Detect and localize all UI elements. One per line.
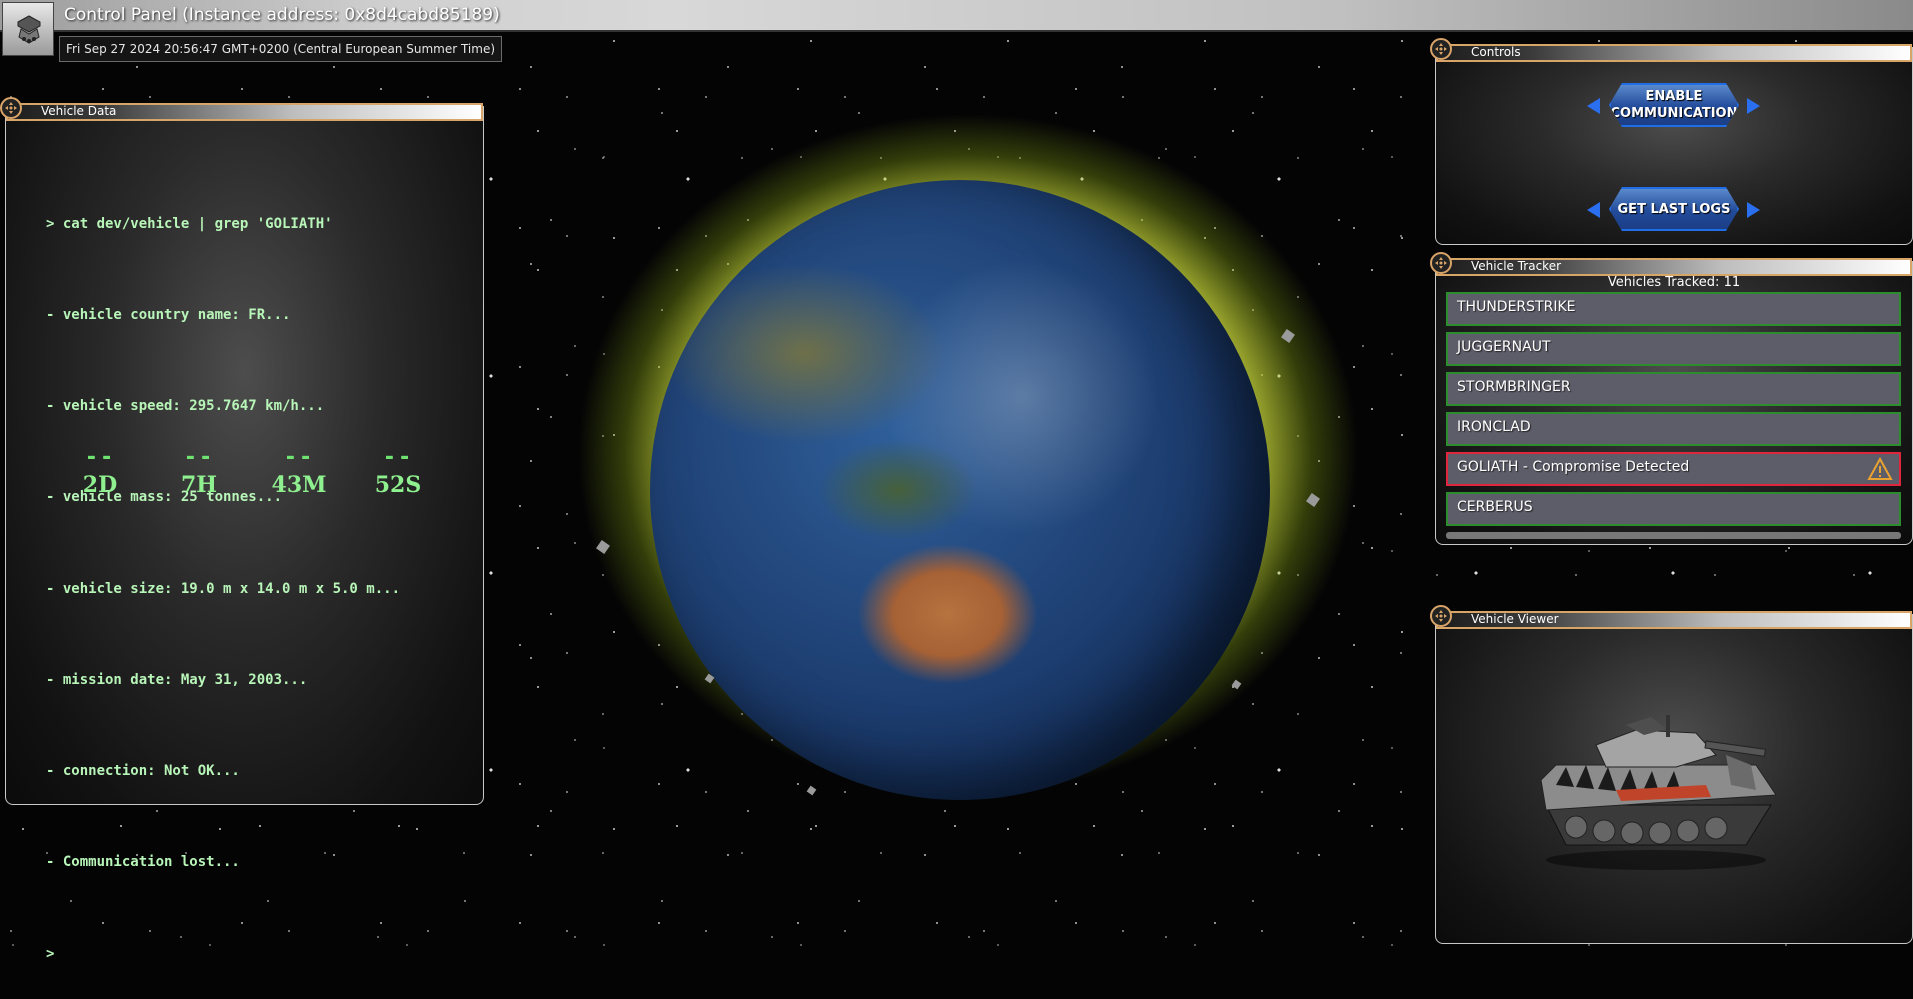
tracker-list-item[interactable]: THUNDERSTRIKE	[1446, 292, 1901, 326]
terminal-line: > cat dev/vehicle | grep 'GOLIATH'	[46, 215, 333, 232]
arrow-left-icon	[1587, 98, 1600, 114]
vehicles-tracked-count: Vehicles Tracked: 11	[1607, 275, 1741, 290]
countdown-value: 52S	[374, 472, 422, 498]
control-panel-titlebar: Control Panel (Instance address: 0x8d4ca…	[0, 0, 1913, 32]
button-label-line: ENABLE	[1645, 89, 1703, 104]
terminal-line: - vehicle country name: FR...	[46, 307, 291, 324]
arrow-right-icon	[1747, 98, 1760, 114]
get-last-logs-button[interactable]: GET LAST LOGS	[1609, 187, 1739, 231]
vehicle-name: IRONCLAD	[1457, 419, 1531, 435]
move-handle-icon[interactable]	[1430, 605, 1452, 627]
terminal-prompt: >	[46, 945, 55, 962]
terminal-line: - Communication lost...	[46, 854, 240, 871]
move-handle-icon[interactable]	[0, 97, 22, 119]
terminal-output: > cat dev/vehicle | grep 'GOLIATH' - veh…	[46, 148, 400, 999]
terminal-line: - connection: Not OK...	[46, 763, 240, 780]
countdown-minutes: -- 43M	[249, 445, 349, 499]
warning-icon	[1867, 457, 1893, 480]
countdown-dash: --	[382, 445, 414, 470]
countdown-dash: --	[84, 445, 116, 470]
vehicle-data-header[interactable]: Vehicle Data	[6, 103, 483, 121]
terminal-line: - vehicle speed: 295.7647 km/h...	[46, 398, 325, 415]
button-label-line: COMMUNICATION	[1610, 106, 1738, 121]
vehicle-viewer-panel: Vehicle Viewer	[1430, 605, 1913, 944]
panel-title: Vehicle Viewer	[1471, 612, 1559, 626]
window-title: Control Panel (Instance address: 0x8d4ca…	[64, 5, 500, 25]
enable-communication-button[interactable]: ENABLE COMMUNICATION	[1609, 83, 1739, 127]
terminal-line: - vehicle size: 19.0 m x 14.0 m x 5.0 m.…	[46, 580, 401, 597]
vehicle-name: JUGGERNAUT	[1457, 339, 1551, 355]
vehicle-name: STORMBRINGER	[1457, 379, 1571, 395]
controls-panel: Controls ENABLE COMMUNICATION GET LAST LO…	[1430, 38, 1913, 245]
panel-title: Controls	[1471, 45, 1521, 59]
countdown-value: 2D	[82, 472, 118, 498]
countdown-days: -- 2D	[50, 445, 150, 499]
button-label: ENABLE COMMUNICATION	[1611, 88, 1738, 122]
tank-3d-model[interactable]	[1526, 695, 1786, 875]
move-handle-icon[interactable]	[1430, 252, 1452, 274]
countdown-seconds: -- 52S	[348, 445, 448, 499]
datetime-display: Fri Sep 27 2024 20:56:47 GMT+0200 (Centr…	[59, 36, 503, 62]
countdown-dash: --	[283, 445, 315, 470]
vehicle-tracker-panel: Vehicle Tracker Vehicles Tracked: 11 THU…	[1430, 252, 1913, 545]
vehicle-name: THUNDERSTRIKE	[1457, 299, 1576, 315]
move-handle-icon[interactable]	[1430, 38, 1452, 60]
tracker-scrollbar[interactable]	[1446, 532, 1901, 539]
terminal-line: - mission date: May 31, 2003...	[46, 671, 308, 688]
tracker-list-item[interactable]: IRONCLAD	[1446, 412, 1901, 446]
tracker-list-item[interactable]: CERBERUS	[1446, 492, 1901, 526]
vehicle-viewer-header[interactable]: Vehicle Viewer	[1436, 611, 1912, 629]
controls-header[interactable]: Controls	[1436, 44, 1912, 62]
countdown-dash: --	[183, 445, 215, 470]
arrow-left-icon	[1587, 202, 1600, 218]
panel-title: Vehicle Tracker	[1471, 259, 1562, 273]
tracker-list-item[interactable]: STORMBRINGER	[1446, 372, 1901, 406]
vehicle-tracker-header[interactable]: Vehicle Tracker	[1436, 258, 1912, 276]
vehicle-name: CERBERUS	[1457, 499, 1533, 515]
countdown-hours: -- 7H	[149, 445, 249, 499]
arrow-right-icon	[1747, 202, 1760, 218]
tracker-list-item-alert[interactable]: GOLIATH - Compromise Detected	[1446, 452, 1901, 486]
panel-title: Vehicle Data	[41, 104, 117, 118]
tracker-list-item[interactable]: JUGGERNAUT	[1446, 332, 1901, 366]
countdown-value: 7H	[180, 472, 218, 498]
app-logo-icon[interactable]	[2, 2, 54, 56]
countdown-value: 43M	[271, 472, 327, 498]
vehicle-name: GOLIATH - Compromise Detected	[1457, 459, 1690, 475]
earth-globe[interactable]	[650, 180, 1270, 800]
